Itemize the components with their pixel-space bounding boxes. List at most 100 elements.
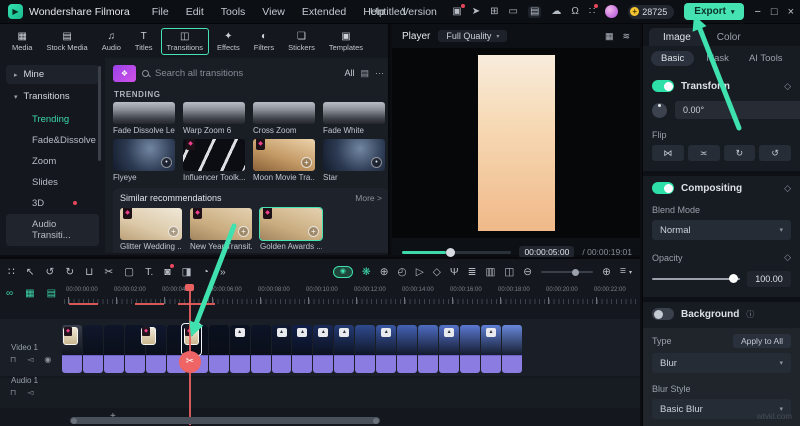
clip-icon[interactable]: ▥ <box>485 266 495 278</box>
overlay-icon[interactable]: ◨ <box>182 266 192 278</box>
split-playhead-icon[interactable]: ✂ <box>179 351 201 373</box>
timeline-clip[interactable] <box>502 325 522 373</box>
color-wheel-icon[interactable]: ◔ <box>203 266 209 278</box>
list-icon[interactable]: ≣ <box>468 266 477 278</box>
transition-thumb[interactable]: • <box>113 139 175 171</box>
keyframe-diamond-icon[interactable]: ◇ <box>784 183 791 194</box>
sidebar-scrollbar[interactable] <box>98 66 101 161</box>
tab-templates[interactable]: ▣ Templates <box>323 28 369 55</box>
sidebar-item-fade-dissolve[interactable]: Fade&Dissolve <box>6 130 99 151</box>
timeline-clip[interactable]: ▴ <box>292 325 313 373</box>
menu-extended[interactable]: Extended <box>302 6 346 18</box>
transition-thumb[interactable] <box>183 102 245 124</box>
subtab-mask[interactable]: Mask <box>698 51 737 66</box>
zoom-out-icon[interactable]: ⊖ <box>523 266 532 278</box>
timeline-transition-marker-selected[interactable]: ◆ <box>184 327 199 345</box>
rotation-knob[interactable] <box>652 102 667 118</box>
keyframe-diamond-icon[interactable]: ◇ <box>784 81 791 92</box>
subtab-basic[interactable]: Basic <box>651 50 695 66</box>
timeline-clip[interactable] <box>460 325 481 373</box>
gift-icon[interactable]: ▣ <box>452 3 465 18</box>
undo-icon[interactable]: ↺ <box>46 266 55 278</box>
layout-grid-icon[interactable]: ▦ <box>605 31 614 42</box>
redo-icon[interactable]: ↻ <box>65 266 74 278</box>
timeline-clip[interactable]: ▴ <box>313 325 334 373</box>
sidebar-item-trending[interactable]: Trending <box>6 109 99 130</box>
tab-transitions[interactable]: ◫ Transitions <box>160 27 209 55</box>
tab-stock-media[interactable]: ▤ Stock Media <box>40 28 93 55</box>
tab-color[interactable]: Color <box>705 28 753 46</box>
compositing-toggle[interactable] <box>652 182 674 194</box>
scopes-icon[interactable]: ≋ <box>622 31 630 42</box>
timeline-clip[interactable] <box>208 325 229 373</box>
transition-thumb[interactable] <box>323 102 385 124</box>
menu-file[interactable]: File <box>152 6 169 18</box>
tab-audio[interactable]: ♫ Audio <box>96 28 127 55</box>
timeline-clip[interactable]: ▴ <box>439 325 460 373</box>
keyframe-diamond-icon[interactable]: ◇ <box>784 252 791 263</box>
rotation-input[interactable] <box>675 101 800 119</box>
mute-icon[interactable]: ◅ <box>27 388 33 397</box>
quality-dropdown[interactable]: Full Quality ▾ <box>438 30 508 42</box>
speed-icon[interactable]: ◴ <box>398 266 407 278</box>
sidebar-item-3d[interactable]: 3D <box>6 193 99 214</box>
timeline-clip[interactable] <box>103 325 124 373</box>
display-icon[interactable]: ▭ <box>508 6 517 18</box>
more-tools-icon[interactable]: » <box>220 266 226 278</box>
voiceover-mic-icon[interactable]: Ψ <box>450 266 459 278</box>
opacity-slider[interactable] <box>652 274 740 284</box>
sidebar-item-zoom[interactable]: Zoom <box>6 151 99 172</box>
minimize-button[interactable]: − <box>754 6 760 18</box>
playhead-handle[interactable] <box>185 284 194 291</box>
layout-icon[interactable]: ⊞ <box>490 6 498 18</box>
media-browser-icon[interactable]: ∷ <box>8 266 15 278</box>
mask-icon[interactable]: ◙ <box>164 264 174 278</box>
eye-icon[interactable]: ◉ <box>44 355 51 364</box>
transition-thumb[interactable]: • <box>323 139 385 171</box>
transition-thumb-selected[interactable]: ◆ + <box>259 207 323 241</box>
menu-version[interactable]: Version <box>402 6 437 18</box>
timeline-zoom-slider[interactable] <box>541 268 594 276</box>
delete-icon[interactable]: ⊔ <box>85 266 93 278</box>
tab-media[interactable]: ▦ Media <box>6 28 38 55</box>
background-type-select[interactable]: Blur ▾ <box>652 353 791 373</box>
sidebar-item-audio-transitions[interactable]: Audio Transiti... <box>6 214 99 246</box>
zoom-knob[interactable] <box>572 268 580 276</box>
sidebar-group-transitions[interactable]: ▾ Transitions <box>6 87 99 106</box>
split-icon[interactable]: ✂ <box>104 266 113 278</box>
play-clip-icon[interactable]: ▷ <box>416 266 424 278</box>
rotate-ccw-button[interactable]: ↺ <box>759 145 791 161</box>
zoom-in-icon[interactable]: ⊕ <box>602 266 611 278</box>
share-icon[interactable]: ➤ <box>472 6 480 18</box>
tab-image[interactable]: Image <box>649 28 705 46</box>
transition-tool-icon[interactable]: ◫ <box>504 266 514 278</box>
seek-bar[interactable] <box>402 247 512 257</box>
timeline-clip[interactable] <box>82 325 103 373</box>
support-icon[interactable]: Ω <box>571 6 578 18</box>
timeline-clip[interactable]: ▴ <box>334 325 355 373</box>
more-link[interactable]: More > <box>355 193 382 203</box>
lock-icon[interactable]: ⊓ <box>10 388 16 397</box>
coin-balance[interactable]: + 28725 <box>628 4 675 19</box>
blend-mode-select[interactable]: Normal ▾ <box>652 220 791 240</box>
add-icon[interactable]: + <box>238 226 249 237</box>
flip-horizontal-button[interactable]: ⋈ <box>652 145 684 161</box>
timeline-clip[interactable]: ▴ <box>376 325 397 373</box>
export-button[interactable]: Export ▾ <box>684 3 745 20</box>
menu-view[interactable]: View <box>262 6 285 18</box>
text-tool-icon[interactable]: T. <box>145 266 153 278</box>
add-icon[interactable]: + <box>301 157 312 168</box>
transition-pack-icon[interactable]: ❖ <box>113 64 136 82</box>
transition-thumb[interactable]: ◆ <box>183 139 245 171</box>
add-icon[interactable]: + <box>308 226 319 237</box>
transition-thumb[interactable]: ◆ + <box>120 208 182 240</box>
transition-thumb[interactable]: ◆ + <box>253 139 315 171</box>
opacity-knob[interactable] <box>729 274 739 284</box>
timeline-clip[interactable]: ▴ <box>271 325 292 373</box>
rotate-cw-button[interactable]: ↻ <box>723 145 756 161</box>
more-options-icon[interactable]: ⋯ <box>375 68 384 79</box>
seek-knob[interactable] <box>445 247 455 257</box>
sidebar-item-slides[interactable]: Slides <box>6 172 99 193</box>
tab-effects[interactable]: ✦ Effects <box>211 28 246 55</box>
transform-toggle[interactable] <box>652 80 674 92</box>
